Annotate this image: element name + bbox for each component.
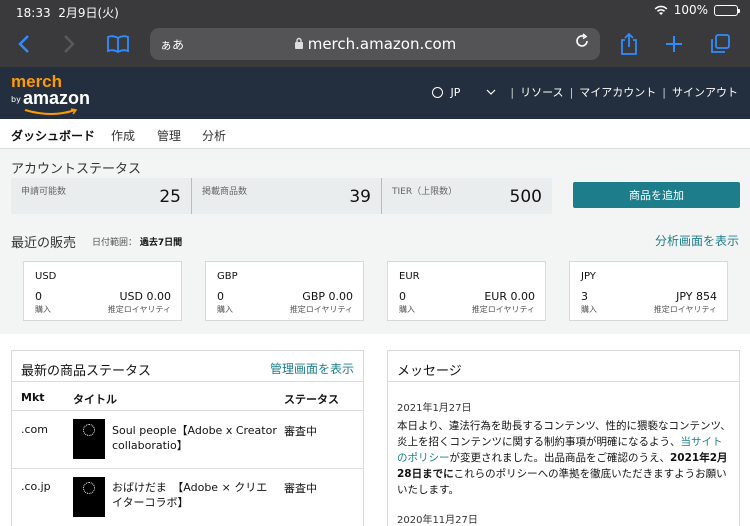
message-date: 2020年11月27日	[397, 515, 478, 526]
merch-logo[interactable]: merch by amazon	[11, 73, 90, 115]
add-product-button[interactable]: 商品を追加	[573, 182, 740, 208]
product-thumbnail[interactable]	[73, 419, 105, 459]
battery-icon	[714, 4, 740, 16]
browser-toolbar: ぁあ merch.amazon.com	[0, 22, 750, 67]
nav-my-account-link[interactable]: マイアカウント	[579, 84, 656, 100]
lock-icon	[294, 37, 303, 49]
nav-resources-link[interactable]: リソース	[520, 84, 563, 100]
clock: 18:33 2月9日(火)	[16, 6, 119, 20]
column-header-title: タイトル	[73, 393, 117, 406]
address-bar[interactable]: ぁあ merch.amazon.com	[150, 28, 600, 60]
account-stats: 申請可能数 25 掲載商品数 39 TIER（上限数） 500	[11, 178, 552, 214]
forward-icon[interactable]	[55, 30, 83, 58]
sales-card-gbp: GBP 0 GBP 0.00 購入 推定ロイヤリティ	[205, 261, 364, 321]
site-header: merch by amazon JP | リソース | マイアカウント | サイ…	[0, 67, 750, 119]
message-body: 本日より、違法行為を助長するコンテンツ、性的に猥褻なコンテンツ、炎上を招くコンテ…	[397, 420, 731, 496]
main-tabs: ダッシュボード 作成 管理 分析	[0, 119, 750, 152]
nav-sign-out-link[interactable]: サインアウト	[672, 84, 738, 100]
sales-card-jpy: JPY 3 JPY 854 購入 推定ロイヤリティ	[569, 261, 728, 321]
battery-percent: 100%	[673, 3, 708, 17]
url-text: merch.amazon.com	[150, 35, 600, 53]
tab-analyze[interactable]: 分析	[202, 127, 226, 144]
product-status-title: 最新の商品ステータス	[21, 364, 152, 379]
row-status: 審査中	[284, 482, 317, 495]
row-title[interactable]: おばけだま 【Adobe × クリエ イターコラボ】	[112, 480, 267, 510]
share-icon[interactable]	[615, 30, 643, 58]
messages-title: メッセージ	[397, 364, 462, 379]
amazon-smile-icon	[24, 108, 78, 115]
new-tab-icon[interactable]	[660, 30, 688, 58]
back-icon[interactable]	[10, 30, 38, 58]
column-header-mkt: Mkt	[21, 391, 45, 404]
locale-selector[interactable]: JP	[451, 86, 461, 99]
chevron-down-icon[interactable]	[486, 89, 496, 95]
tab-manage[interactable]: 管理	[157, 127, 181, 144]
tab-create[interactable]: 作成	[111, 127, 135, 144]
manage-link[interactable]: 管理画面を表示	[270, 360, 354, 377]
tabs-overview-icon[interactable]	[706, 30, 734, 58]
bookmarks-icon[interactable]	[104, 30, 132, 58]
product-status-card: 最新の商品ステータス 管理画面を表示 Mkt タイトル ステータス .com S…	[11, 350, 364, 526]
reload-icon[interactable]	[574, 33, 590, 53]
recent-sales-title: 最近の販売	[11, 236, 77, 251]
system-status-bar: 18:33 2月9日(火) 100%	[0, 0, 750, 22]
header-nav: JP | リソース | マイアカウント | サインアウト	[431, 84, 738, 100]
stat-available: 申請可能数 25	[11, 178, 192, 214]
table-row[interactable]: .co.jp おばけだま 【Adobe × クリエ イターコラボ】 審査中	[12, 468, 363, 526]
table-row[interactable]: .com Soul people【Adobe x Creator collabor…	[12, 410, 363, 468]
account-status-title: アカウントステータス	[11, 162, 142, 177]
wifi-icon	[654, 5, 668, 15]
column-header-status: ステータス	[284, 393, 339, 406]
analysis-link[interactable]: 分析画面を表示	[655, 232, 739, 249]
messages-card: メッセージ 2021年1月27日 本日より、違法行為を助長するコンテンツ、性的に…	[387, 350, 740, 526]
row-title[interactable]: Soul people【Adobe x Creator collaboratio】	[112, 423, 277, 453]
stat-listed: 掲載商品数 39	[192, 178, 382, 214]
row-mkt: .co.jp	[21, 480, 51, 493]
sales-card-eur: EUR 0 EUR 0.00 購入 推定ロイヤリティ	[387, 261, 546, 321]
sales-card-usd: USD 0 USD 0.00 購入 推定ロイヤリティ	[23, 261, 182, 321]
date-range[interactable]: 日付範囲： 過去7日間	[92, 235, 182, 248]
row-mkt: .com	[21, 423, 48, 436]
globe-icon	[431, 86, 443, 98]
product-thumbnail[interactable]	[73, 477, 105, 517]
stat-tier: TIER（上限数） 500	[392, 187, 542, 207]
row-status: 審査中	[284, 425, 317, 438]
message-date: 2021年1月27日	[397, 403, 472, 414]
